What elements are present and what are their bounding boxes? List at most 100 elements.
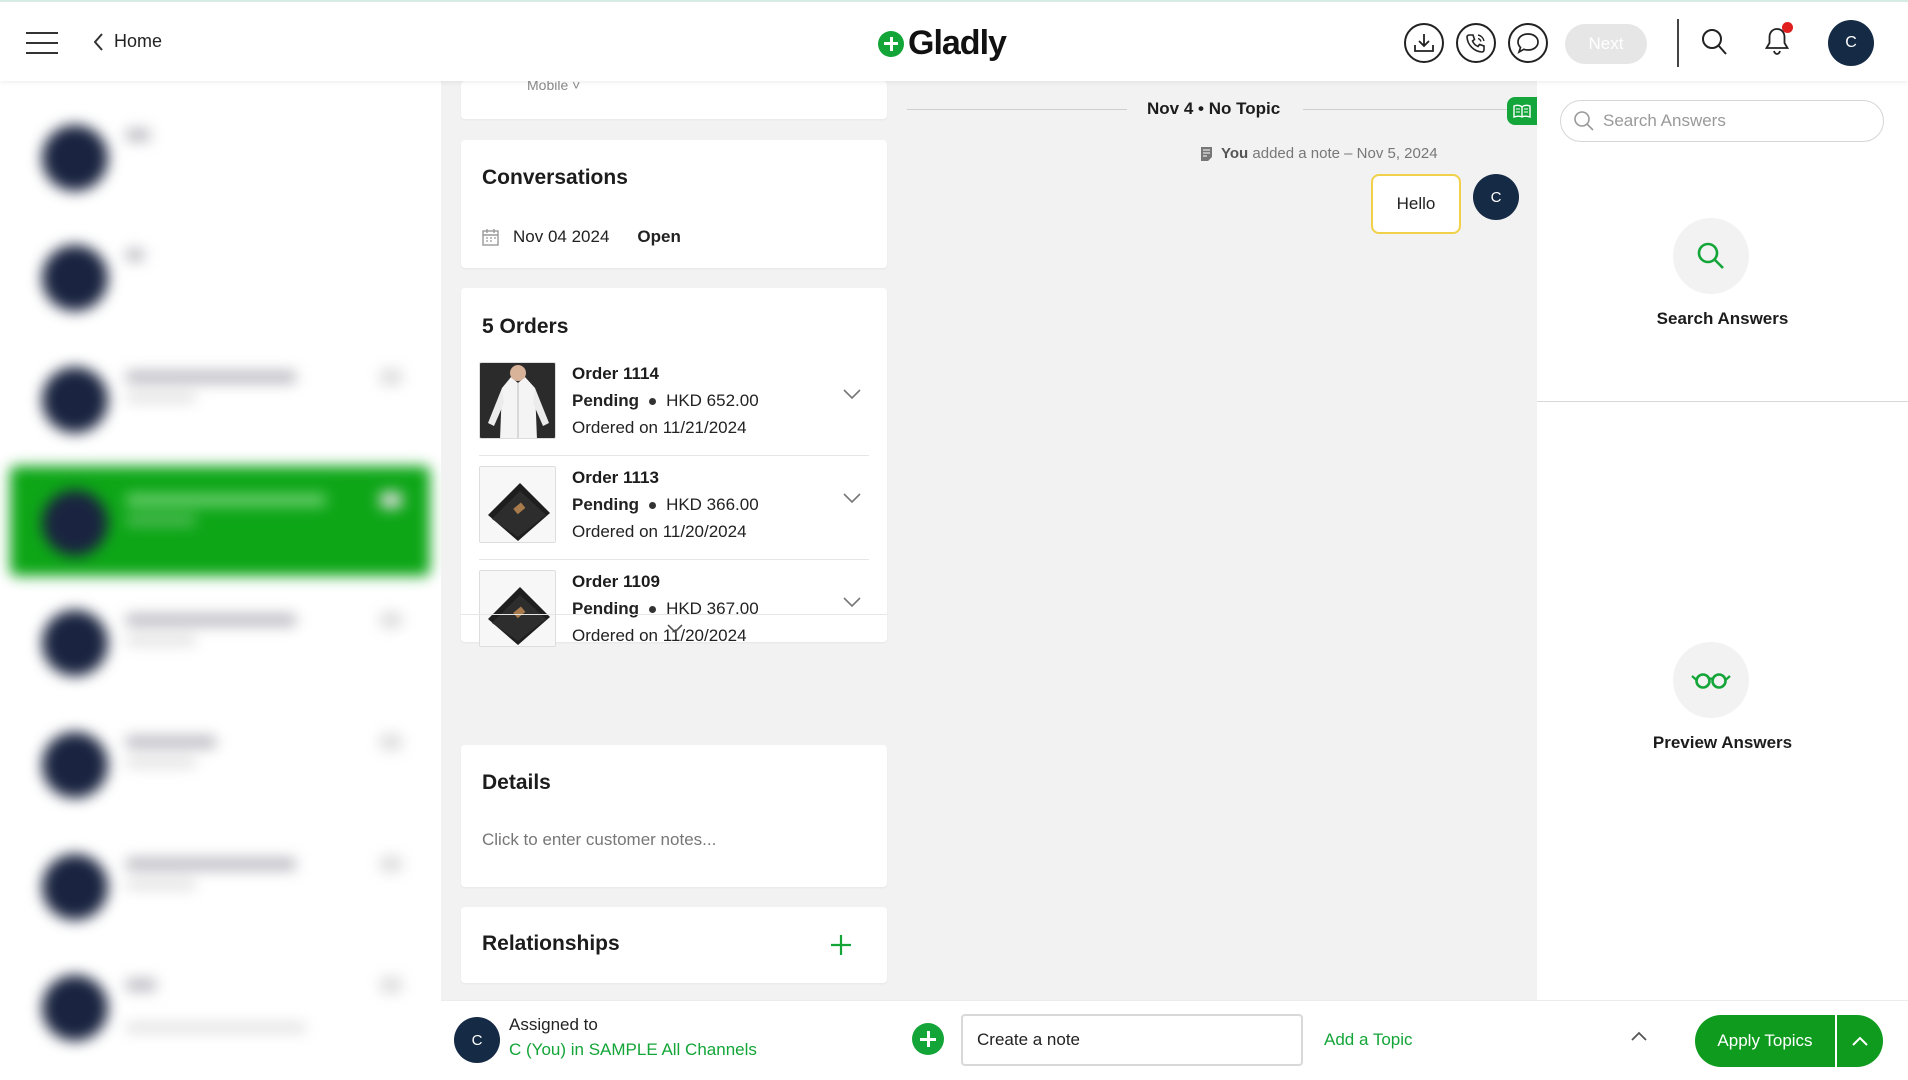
conversation-row[interactable]: Nov 04 2024 Open (482, 227, 681, 247)
list-item[interactable] (10, 586, 430, 696)
customer-notes-field[interactable]: Click to enter customer notes... (482, 830, 716, 850)
order-status: Pending (572, 599, 640, 618)
list-item-sub (126, 636, 196, 645)
order-amount: HKD 652.00 (666, 391, 759, 410)
add-topic-link[interactable]: Add a Topic (1324, 1030, 1413, 1050)
conversation-timeline: Nov 4 • No Topic You added a note – Nov … (907, 81, 1537, 1000)
phone-button[interactable] (1456, 23, 1496, 63)
customer-profile-column: Mobile ˅ Conversations Nov 04 2024 Open … (441, 77, 907, 1000)
answers-search-input[interactable] (1603, 111, 1863, 131)
list-item-badge (380, 734, 402, 750)
avatar (42, 367, 108, 433)
create-note-input[interactable] (961, 1014, 1303, 1066)
next-button[interactable]: Next (1565, 24, 1647, 64)
answers-search-box[interactable] (1560, 100, 1884, 142)
inbox-download-icon (1414, 34, 1434, 52)
avatar (42, 125, 108, 191)
order-row[interactable]: Order 1113 Pending HKD 366.00 Ordered on … (479, 456, 869, 560)
list-item-badge (380, 612, 402, 628)
logo-text: Gladly (908, 24, 1007, 62)
separator-dot (649, 501, 657, 509)
list-item-badge (380, 856, 402, 872)
search-icon (1574, 111, 1594, 131)
search-button[interactable] (1700, 27, 1728, 62)
preview-answers-button[interactable] (1673, 642, 1749, 718)
order-row[interactable]: Order 1114 Pending HKD 652.00 Ordered on … (479, 352, 869, 456)
list-item-text (126, 858, 296, 870)
order-thumbnail-shirt (479, 362, 556, 439)
chevron-down-icon[interactable] (843, 492, 861, 504)
order-status: Pending (572, 391, 640, 410)
show-more-chevron-icon[interactable] (667, 624, 683, 634)
apply-topics-split-button: Apply Topics (1695, 1015, 1883, 1067)
note-timestamp: added a note – Nov 5, 2024 (1252, 145, 1438, 162)
chat-button[interactable] (1508, 23, 1548, 63)
user-avatar[interactable]: C (1828, 20, 1874, 66)
list-item-sub (126, 880, 196, 889)
apply-topics-menu-button[interactable] (1837, 1015, 1883, 1067)
conversations-card: Conversations Nov 04 2024 Open (461, 140, 887, 268)
orders-title: 5 Orders (482, 315, 569, 338)
assignee-avatar: C (454, 1017, 500, 1063)
search-answers-label: Search Answers (1656, 309, 1789, 328)
avatar (42, 732, 108, 798)
chevron-left-icon (94, 32, 103, 51)
conversations-title: Conversations (482, 166, 628, 189)
glasses-icon (1691, 673, 1731, 689)
list-item[interactable] (10, 221, 430, 331)
list-item[interactable] (10, 708, 430, 818)
order-title: Order 1113 (572, 468, 659, 487)
assigned-to-label: Assigned to (509, 1015, 598, 1034)
logo-plus-icon (878, 30, 904, 57)
book-icon (1513, 104, 1531, 118)
orders-card: 5 Orders Order 1114 Pending HKD 652.00 Or… (461, 288, 887, 647)
list-item[interactable] (10, 343, 430, 453)
phone-icon (1466, 34, 1485, 53)
inbox-download-button[interactable] (1404, 23, 1444, 63)
note-icon (1201, 146, 1212, 161)
search-answers-button[interactable] (1673, 218, 1749, 294)
menu-icon[interactable] (26, 32, 58, 54)
calendar-icon (482, 229, 499, 246)
conversation-status: Open (637, 227, 681, 246)
apply-topics-button[interactable]: Apply Topics (1695, 1015, 1837, 1067)
assigned-to-value[interactable]: C (You) in SAMPLE All Channels (509, 1040, 757, 1060)
search-icon (1702, 29, 1727, 55)
chevron-down-icon[interactable] (843, 388, 861, 400)
home-link[interactable]: Home (94, 31, 162, 52)
order-title: Order 1114 (572, 364, 659, 383)
list-item-sub (126, 758, 196, 767)
list-item-text (126, 979, 156, 991)
chevron-up-icon[interactable] (1631, 1031, 1647, 1041)
avatar (42, 854, 108, 920)
order-amount: HKD 366.00 (666, 495, 759, 514)
list-item-sub (126, 1023, 306, 1032)
add-relationship-icon[interactable] (830, 934, 852, 956)
home-label: Home (114, 31, 163, 51)
list-item-text (126, 614, 296, 626)
timeline-divider-right (1303, 109, 1507, 110)
chevron-down-icon[interactable] (843, 596, 861, 608)
avatar (42, 975, 108, 1041)
order-row[interactable]: Order 1109 Pending HKD 367.00 Ordered on … (479, 560, 869, 647)
list-item-sub (126, 393, 196, 402)
list-item-text (126, 371, 296, 383)
separator-dot (649, 605, 657, 613)
list-item-badge (380, 977, 402, 993)
list-item-text (126, 129, 150, 141)
order-status: Pending (572, 495, 640, 514)
list-item[interactable] (10, 951, 430, 1061)
list-item-text (126, 249, 144, 261)
note-author: You (1221, 145, 1249, 162)
list-item[interactable] (10, 830, 430, 940)
order-date: Ordered on 11/20/2024 (572, 626, 747, 645)
timeline-topic-label: Nov 4 • No Topic (1147, 99, 1281, 118)
answers-toggle-button[interactable] (1507, 97, 1537, 125)
order-date: Ordered on 11/20/2024 (572, 522, 747, 541)
list-item-text (126, 494, 326, 506)
list-item-active[interactable] (10, 466, 430, 576)
list-item[interactable] (10, 101, 430, 211)
avatar (42, 245, 108, 311)
add-plus-icon[interactable] (912, 1023, 944, 1055)
timeline-divider-left (907, 109, 1127, 110)
